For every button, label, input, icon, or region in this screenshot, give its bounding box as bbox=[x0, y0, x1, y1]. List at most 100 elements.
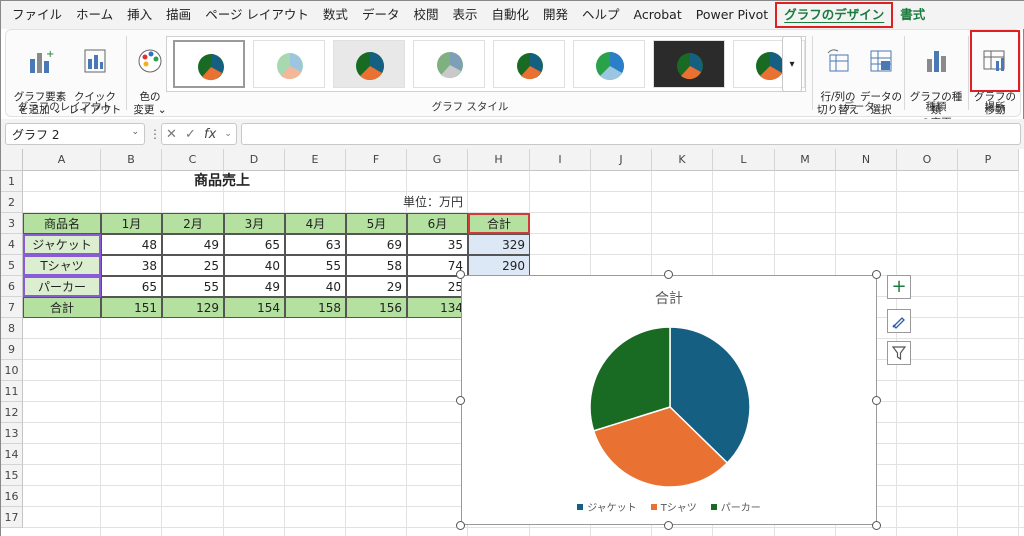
resize-handle[interactable] bbox=[872, 521, 881, 530]
resize-handle[interactable] bbox=[872, 396, 881, 405]
column-header-b[interactable]: B bbox=[101, 149, 162, 171]
chart-style-5[interactable] bbox=[493, 40, 565, 88]
column-header-a[interactable]: A bbox=[23, 149, 101, 171]
table-cell[interactable]: 40 bbox=[285, 276, 346, 297]
product-name-cell[interactable]: ジャケット bbox=[23, 234, 101, 255]
total-cell[interactable]: 156 bbox=[346, 297, 407, 318]
table-cell[interactable]: 49 bbox=[224, 276, 285, 297]
table-cell[interactable]: 49 bbox=[162, 234, 224, 255]
menu-insert[interactable]: 挿入 bbox=[120, 1, 159, 29]
name-box[interactable]: グラフ 2 ⌄ bbox=[5, 123, 145, 145]
legend-item[interactable]: パーカー bbox=[710, 499, 761, 514]
row-header-10[interactable]: 10 bbox=[1, 360, 23, 381]
table-cell[interactable]: 29 bbox=[346, 276, 407, 297]
total-cell[interactable]: 合計 bbox=[23, 297, 101, 318]
gallery-more-button[interactable]: ▾ bbox=[782, 36, 802, 92]
column-header-m[interactable]: M bbox=[775, 149, 836, 171]
legend-item[interactable]: Tシャツ bbox=[650, 499, 697, 514]
menu-draw[interactable]: 描画 bbox=[159, 1, 198, 29]
table-header[interactable]: 3月 bbox=[224, 213, 285, 234]
row-header-1[interactable]: 1 bbox=[1, 171, 23, 192]
menu-file[interactable]: ファイル bbox=[5, 1, 69, 29]
row-header-16[interactable]: 16 bbox=[1, 486, 23, 507]
product-name-cell[interactable]: パーカー bbox=[23, 276, 101, 297]
column-header-c[interactable]: C bbox=[162, 149, 224, 171]
column-header-h[interactable]: H bbox=[468, 149, 530, 171]
table-cell[interactable]: 55 bbox=[162, 276, 224, 297]
row-header-12[interactable]: 12 bbox=[1, 402, 23, 423]
more-options-icon[interactable]: ⋮ bbox=[149, 127, 161, 141]
row-header-4[interactable]: 4 bbox=[1, 234, 23, 255]
resize-handle[interactable] bbox=[456, 270, 465, 279]
total-cell[interactable]: 154 bbox=[224, 297, 285, 318]
sheet-title[interactable]: 商品売上 bbox=[132, 171, 312, 192]
chart-legend[interactable]: ジャケット Tシャツ パーカー bbox=[462, 499, 876, 514]
legend-item[interactable]: ジャケット bbox=[577, 499, 637, 514]
total-cell[interactable]: 151 bbox=[101, 297, 162, 318]
resize-handle[interactable] bbox=[664, 270, 673, 279]
chart-style-4[interactable] bbox=[413, 40, 485, 88]
column-header-i[interactable]: I bbox=[530, 149, 591, 171]
chart-style-2[interactable] bbox=[253, 40, 325, 88]
column-header-k[interactable]: K bbox=[652, 149, 713, 171]
row-header-7[interactable]: 7 bbox=[1, 297, 23, 318]
formula-input[interactable] bbox=[241, 123, 1021, 145]
chart-style-3[interactable] bbox=[333, 40, 405, 88]
table-cell[interactable]: 25 bbox=[407, 276, 468, 297]
menu-review[interactable]: 校閲 bbox=[406, 1, 445, 29]
resize-handle[interactable] bbox=[664, 521, 673, 530]
table-cell[interactable]: 65 bbox=[224, 234, 285, 255]
menu-view[interactable]: 表示 bbox=[445, 1, 484, 29]
confirm-icon[interactable]: ✓ bbox=[185, 127, 196, 142]
table-header[interactable]: 1月 bbox=[101, 213, 162, 234]
row-header-17[interactable]: 17 bbox=[1, 507, 23, 528]
chart-styles-button[interactable] bbox=[887, 309, 911, 333]
unit-label[interactable]: 単位：万円 bbox=[399, 192, 479, 213]
column-header-f[interactable]: F bbox=[346, 149, 407, 171]
menu-page-layout[interactable]: ページ レイアウト bbox=[198, 1, 316, 29]
chart-elements-button[interactable]: + bbox=[887, 275, 911, 299]
column-header-p[interactable]: P bbox=[958, 149, 1019, 171]
table-cell[interactable]: 58 bbox=[346, 255, 407, 276]
product-name-cell[interactable]: Tシャツ bbox=[23, 255, 101, 276]
menu-developer[interactable]: 開発 bbox=[536, 1, 575, 29]
menu-home[interactable]: ホーム bbox=[69, 1, 120, 29]
row-header-15[interactable]: 15 bbox=[1, 465, 23, 486]
cancel-icon[interactable]: ✕ bbox=[166, 127, 177, 142]
quick-layout-button[interactable]: クイック レイアウト ⌄ bbox=[68, 34, 122, 130]
table-cell[interactable]: 48 bbox=[101, 234, 162, 255]
chevron-down-icon[interactable]: ⌄ bbox=[224, 129, 232, 139]
menu-help[interactable]: ヘルプ bbox=[575, 1, 627, 29]
row-header-11[interactable]: 11 bbox=[1, 381, 23, 402]
column-header-e[interactable]: E bbox=[285, 149, 346, 171]
column-header-j[interactable]: J bbox=[591, 149, 652, 171]
table-header[interactable]: 6月 bbox=[407, 213, 468, 234]
menu-chart-design[interactable]: グラフのデザイン bbox=[775, 2, 894, 28]
row-header-14[interactable]: 14 bbox=[1, 444, 23, 465]
resize-handle[interactable] bbox=[456, 521, 465, 530]
menu-acrobat[interactable]: Acrobat bbox=[627, 1, 689, 29]
total-cell[interactable]: 158 bbox=[285, 297, 346, 318]
column-header-l[interactable]: L bbox=[713, 149, 775, 171]
chart-style-7[interactable] bbox=[653, 40, 725, 88]
resize-handle[interactable] bbox=[456, 396, 465, 405]
column-header-d[interactable]: D bbox=[224, 149, 285, 171]
row-header-13[interactable]: 13 bbox=[1, 423, 23, 444]
table-cell[interactable]: 65 bbox=[101, 276, 162, 297]
select-all-corner[interactable] bbox=[1, 149, 23, 171]
menu-formulas[interactable]: 数式 bbox=[316, 1, 355, 29]
row-header-2[interactable]: 2 bbox=[1, 192, 23, 213]
menu-automate[interactable]: 自動化 bbox=[484, 1, 536, 29]
table-header[interactable]: 商品名 bbox=[23, 213, 101, 234]
change-chart-type-button[interactable]: グラフの種類 の変更 bbox=[906, 34, 966, 130]
column-header-n[interactable]: N bbox=[836, 149, 897, 171]
table-header[interactable]: 2月 bbox=[162, 213, 224, 234]
table-cell[interactable]: 69 bbox=[346, 234, 407, 255]
table-cell[interactable]: 35 bbox=[407, 234, 468, 255]
row-header-8[interactable]: 8 bbox=[1, 318, 23, 339]
table-cell[interactable]: 63 bbox=[285, 234, 346, 255]
insert-function-icon[interactable]: fx bbox=[204, 127, 216, 142]
column-header-o[interactable]: O bbox=[897, 149, 958, 171]
table-cell[interactable]: 38 bbox=[101, 255, 162, 276]
row-header-3[interactable]: 3 bbox=[1, 213, 23, 234]
